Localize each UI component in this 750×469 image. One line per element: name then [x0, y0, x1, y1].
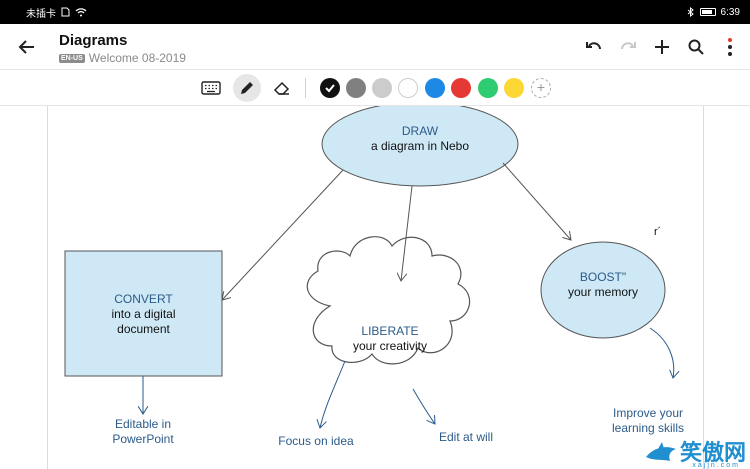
sim-icon	[61, 7, 70, 17]
stray-handwriting-mark: r´	[654, 226, 662, 238]
bluetooth-icon	[687, 7, 694, 17]
draw-text: a diagram in Nebo	[370, 139, 470, 153]
status-bar: 未插卡 6:39	[0, 0, 750, 24]
plus-icon	[655, 40, 669, 54]
wifi-icon	[75, 8, 87, 17]
add-color-button[interactable]: +	[531, 78, 551, 98]
boost-node-text: BOOST" your memory	[548, 270, 658, 300]
arrow-back-icon	[18, 40, 34, 54]
color-swatch-blue[interactable]	[425, 78, 445, 98]
more-vert-icon	[728, 38, 732, 56]
add-button[interactable]	[650, 35, 674, 59]
pen-tool[interactable]	[233, 74, 261, 102]
convert-node-text: CONVERT into a digital document	[80, 292, 207, 337]
search-icon	[688, 39, 704, 55]
undo-button[interactable]	[582, 35, 606, 59]
eraser-tool[interactable]	[268, 74, 296, 102]
color-swatch-light-gray[interactable]	[372, 78, 392, 98]
toolbar-divider	[305, 78, 306, 98]
color-swatch-gray[interactable]	[346, 78, 366, 98]
boost-text: your memory	[567, 285, 638, 299]
keyboard-tool[interactable]	[197, 74, 225, 102]
draw-node-text: DRAW a diagram in Nebo	[340, 124, 500, 154]
color-swatch-white[interactable]	[398, 78, 418, 98]
convert-result-label: Editable in PowerPoint	[112, 417, 174, 446]
search-button[interactable]	[684, 35, 708, 59]
watermark-url: xajjn.com	[692, 462, 740, 469]
document-name[interactable]: Welcome 08-2019	[89, 51, 186, 65]
focus-label: Focus on idea	[278, 434, 354, 448]
check-icon	[325, 84, 335, 93]
more-options-button[interactable]	[718, 35, 742, 59]
drawing-canvas[interactable]: DRAW a diagram in Nebo CONVERT into a di…	[0, 106, 750, 469]
document-subtitle: EN-US Welcome 08-2019	[59, 51, 186, 65]
eraser-icon	[273, 81, 290, 95]
redo-button[interactable]	[616, 35, 640, 59]
arrow-improve[interactable]	[649, 327, 674, 378]
language-badge: EN-US	[59, 53, 85, 63]
back-button[interactable]	[14, 34, 40, 60]
liberate-node-text: LIBERATE your creativity	[330, 324, 450, 354]
site-watermark: 笑傲网 xajjn.com	[644, 435, 746, 469]
battery-icon	[699, 8, 716, 16]
color-swatch-red[interactable]	[451, 78, 471, 98]
shark-logo-icon	[645, 442, 676, 461]
color-swatch-black[interactable]	[320, 78, 340, 98]
convert-line1: into a digital	[111, 307, 176, 321]
arrow-edit[interactable]	[412, 388, 435, 424]
boost-keyword: BOOST"	[579, 270, 627, 284]
carrier-text: 未插卡	[26, 8, 56, 20]
improve-label: Improve your learning skills	[611, 406, 685, 435]
pen-icon	[241, 82, 253, 94]
app-bar: Diagrams EN-US Welcome 08-2019	[0, 24, 750, 70]
arrow-focus[interactable]	[320, 360, 346, 428]
page-title: Diagrams	[59, 32, 128, 49]
color-swatch-green[interactable]	[478, 78, 498, 98]
liberate-keyword: LIBERATE	[361, 324, 419, 338]
convert-line2: document	[117, 322, 170, 336]
redo-icon	[621, 42, 636, 50]
color-swatch-yellow[interactable]	[504, 78, 524, 98]
connector-draw-boost[interactable]	[502, 162, 571, 240]
liberate-text: your creativity	[352, 339, 428, 353]
undo-icon	[586, 42, 601, 50]
convert-keyword: CONVERT	[114, 292, 173, 306]
draw-keyword: DRAW	[401, 124, 439, 138]
keyboard-icon	[201, 81, 221, 95]
edit-label: Edit at will	[438, 430, 494, 444]
tool-bar: +	[0, 70, 750, 106]
clock-time: 6:39	[720, 6, 740, 18]
